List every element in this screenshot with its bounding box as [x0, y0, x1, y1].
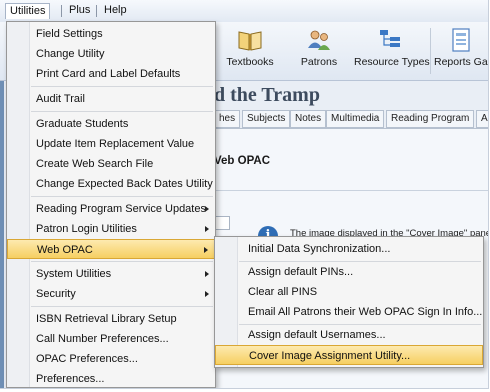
- menu-item-label: Change Expected Back Dates Utility: [36, 178, 213, 190]
- menu-item-label: Audit Trail: [36, 93, 85, 105]
- menu-item-label: Patron Login Utilities: [36, 223, 137, 235]
- menu-plus[interactable]: Plus: [65, 3, 94, 18]
- section-title: Veb OPAC: [214, 155, 271, 167]
- patrons-label: Patrons: [300, 56, 338, 68]
- reports-gallery-label: Reports Gallery: [434, 56, 488, 68]
- submenu-arrow-icon: [204, 247, 208, 253]
- menu-item-security[interactable]: Security: [7, 284, 215, 304]
- menu-item-print-card-defaults[interactable]: Print Card and Label Defaults: [7, 64, 215, 84]
- submenu-arrow-icon: [205, 206, 209, 212]
- book-icon: [238, 31, 262, 51]
- menu-item-create-web-search-file[interactable]: Create Web Search File: [7, 154, 215, 174]
- tab-reading-program[interactable]: Reading Program: [386, 110, 475, 128]
- small-field[interactable]: [214, 216, 230, 230]
- menu-item-label: Web OPAC: [37, 244, 93, 256]
- menu-item-label: Field Settings: [36, 28, 103, 40]
- people-icon: [308, 30, 330, 50]
- menu-item-label: Reading Program Service Updates: [36, 203, 206, 215]
- menu-separator: [31, 196, 213, 197]
- resource-types-label: Resource Types: [354, 56, 430, 68]
- document-title: d the Tramp: [214, 84, 320, 106]
- submenu-item-assign-default-pins[interactable]: Assign default PINs...: [215, 262, 483, 282]
- submenu-item-assign-default-usernames[interactable]: Assign default Usernames...: [215, 325, 483, 345]
- menu-item-field-settings[interactable]: Field Settings: [7, 24, 215, 44]
- menu-separator: [96, 5, 97, 17]
- menu-item-audit-trail[interactable]: Audit Trail: [7, 89, 215, 109]
- submenu-item-label: Cover Image Assignment Utility...: [249, 350, 411, 362]
- submenu-item-email-sign-in-info[interactable]: Email All Patrons their Web OPAC Sign In…: [215, 302, 483, 322]
- menu-separator: [31, 261, 213, 262]
- submenu-item-label: Assign default Usernames...: [248, 329, 386, 341]
- menu-item-label: System Utilities: [36, 268, 112, 280]
- textbooks-label: Textbooks: [226, 56, 274, 68]
- tab-hes[interactable]: hes: [214, 110, 241, 128]
- submenu-item-label: Email All Patrons their Web OPAC Sign In…: [248, 306, 483, 318]
- patrons-button[interactable]: Patrons: [292, 26, 346, 76]
- menu-separator: [31, 306, 213, 307]
- submenu-item-label: Clear all PINS: [248, 286, 318, 298]
- menu-item-label: OPAC Preferences...: [36, 353, 138, 365]
- menu-item-preferences[interactable]: Preferences...: [7, 369, 215, 388]
- submenu-item-label: Assign default PINs...: [248, 266, 354, 278]
- report-icon: [452, 28, 470, 52]
- menu-item-reading-program-updates[interactable]: Reading Program Service Updates: [7, 199, 215, 219]
- textbooks-button[interactable]: Textbooks: [220, 26, 280, 76]
- menu-separator: [61, 5, 62, 17]
- resource-types-button[interactable]: Resource Types: [354, 26, 430, 76]
- tab-truncated[interactable]: A: [476, 110, 488, 128]
- menu-separator: [31, 111, 213, 112]
- tab-subjects[interactable]: Subjects: [242, 110, 291, 128]
- submenu-item-clear-all-pins[interactable]: Clear all PINS: [215, 282, 483, 302]
- menu-item-label: Call Number Preferences...: [36, 333, 169, 345]
- menu-item-label: Graduate Students: [36, 118, 129, 130]
- submenu-item-label: Initial Data Synchronization...: [248, 243, 391, 255]
- ribbon-separator: [430, 28, 431, 74]
- submenu-arrow-icon: [205, 291, 209, 297]
- submenu-arrow-icon: [205, 271, 209, 277]
- menu-help[interactable]: Help: [100, 3, 131, 18]
- menu-item-update-replacement-value[interactable]: Update Item Replacement Value: [7, 134, 215, 154]
- menu-item-label: ISBN Retrieval Library Setup: [36, 313, 177, 325]
- submenu-item-cover-image-utility[interactable]: Cover Image Assignment Utility...: [215, 345, 483, 365]
- hierarchy-icon: [380, 30, 400, 47]
- menu-item-isbn-retrieval-setup[interactable]: ISBN Retrieval Library Setup: [7, 309, 215, 329]
- submenu-arrow-icon: [205, 226, 209, 232]
- menu-item-label: Create Web Search File: [36, 158, 154, 170]
- menu-item-call-number-preferences[interactable]: Call Number Preferences...: [7, 329, 215, 349]
- menu-item-opac-preferences[interactable]: OPAC Preferences...: [7, 349, 215, 369]
- tab-multimedia[interactable]: Multimedia: [326, 110, 385, 128]
- menu-item-label: Preferences...: [36, 373, 105, 385]
- menu-item-change-back-dates[interactable]: Change Expected Back Dates Utility: [7, 174, 215, 194]
- menu-item-graduate-students[interactable]: Graduate Students: [7, 114, 215, 134]
- menu-item-label: Security: [36, 288, 76, 300]
- menu-item-label: Print Card and Label Defaults: [36, 68, 181, 80]
- menu-item-label: Update Item Replacement Value: [36, 138, 195, 150]
- menu-utilities[interactable]: Utilities: [5, 3, 51, 19]
- menu-separator: [31, 86, 213, 87]
- divider: [214, 190, 488, 191]
- menu-item-patron-login-utilities[interactable]: Patron Login Utilities: [7, 219, 215, 239]
- reports-gallery-button[interactable]: Reports Gallery: [434, 26, 488, 76]
- application-window: Utilities Plus Help Textbooks Patrons Re…: [0, 0, 489, 389]
- menu-item-web-opac[interactable]: Web OPAC: [7, 239, 215, 259]
- submenu-item-initial-sync[interactable]: Initial Data Synchronization...: [215, 239, 483, 259]
- menu-bar: Utilities Plus Help: [0, 0, 488, 23]
- web-opac-submenu: Initial Data Synchronization... Assign d…: [214, 236, 484, 368]
- menu-item-label: Change Utility: [36, 48, 105, 60]
- menu-item-system-utilities[interactable]: System Utilities: [7, 264, 215, 284]
- utilities-menu: Field Settings Change Utility Print Card…: [6, 21, 216, 388]
- menu-item-change-utility[interactable]: Change Utility: [7, 44, 215, 64]
- tab-notes[interactable]: Notes: [290, 110, 327, 128]
